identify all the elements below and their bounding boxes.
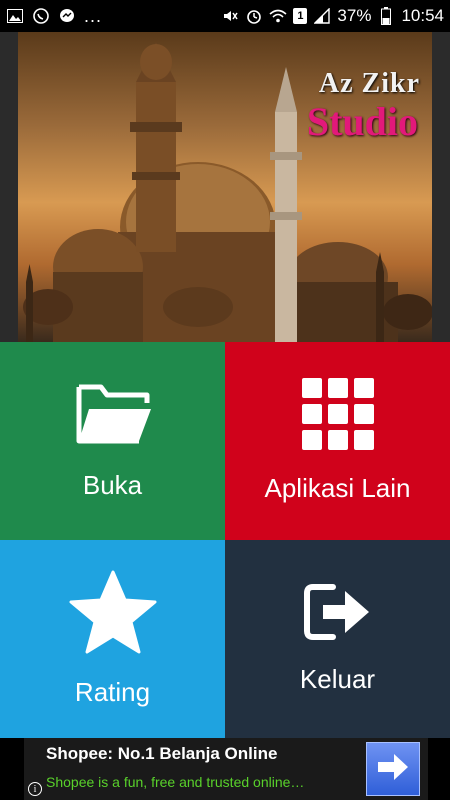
ad-banner[interactable]: Shopee: No.1 Belanja Online Shopee is a … [0,738,450,800]
signal-icon [313,7,331,25]
battery-percent: 37% [337,6,372,25]
header-area: Az Zikr Studio [0,32,450,342]
other-apps-label: Aplikasi Lain [264,473,411,503]
ad-open-button[interactable] [366,742,420,796]
folder-icon [73,381,153,452]
clock: 10:54 [401,6,444,25]
whatsapp-icon [32,7,50,25]
other-apps-button[interactable]: Aplikasi Lain [225,342,450,540]
brand-line1: Az Zikr [318,68,420,99]
image-icon [6,7,24,25]
open-button[interactable]: Buka [0,342,225,540]
ad-title: Shopee: No.1 Belanja Online [46,744,278,763]
rating-button[interactable]: Rating [0,540,225,738]
status-bar: ... 1 37% 10:54 [0,0,450,32]
brand-line2: Studio [306,99,418,144]
ad-info-icon[interactable]: i [28,782,42,796]
mute-icon [221,7,239,25]
overflow-notifications: ... [84,5,103,26]
ad-subtitle: Shopee is a fun, free and trusted online… [46,774,305,790]
banner-image: Az Zikr Studio [18,32,432,342]
alarm-icon [245,7,263,25]
sim-badge: 1 [293,8,308,24]
exit-button[interactable]: Keluar [225,540,450,738]
exit-label: Keluar [299,664,376,694]
open-label: Buka [82,470,143,500]
wifi-icon [269,7,287,25]
grid-icon [301,378,374,455]
ad-content[interactable]: Shopee: No.1 Belanja Online Shopee is a … [24,738,428,800]
arrow-right-icon [376,752,410,787]
notification-icons: ... [6,6,102,27]
exit-icon [303,583,373,646]
battery-icon [377,7,395,25]
system-status: 1 37% 10:54 [221,6,444,26]
rating-label: Rating [74,677,151,707]
star-icon [69,570,157,659]
messenger-icon [58,7,76,25]
